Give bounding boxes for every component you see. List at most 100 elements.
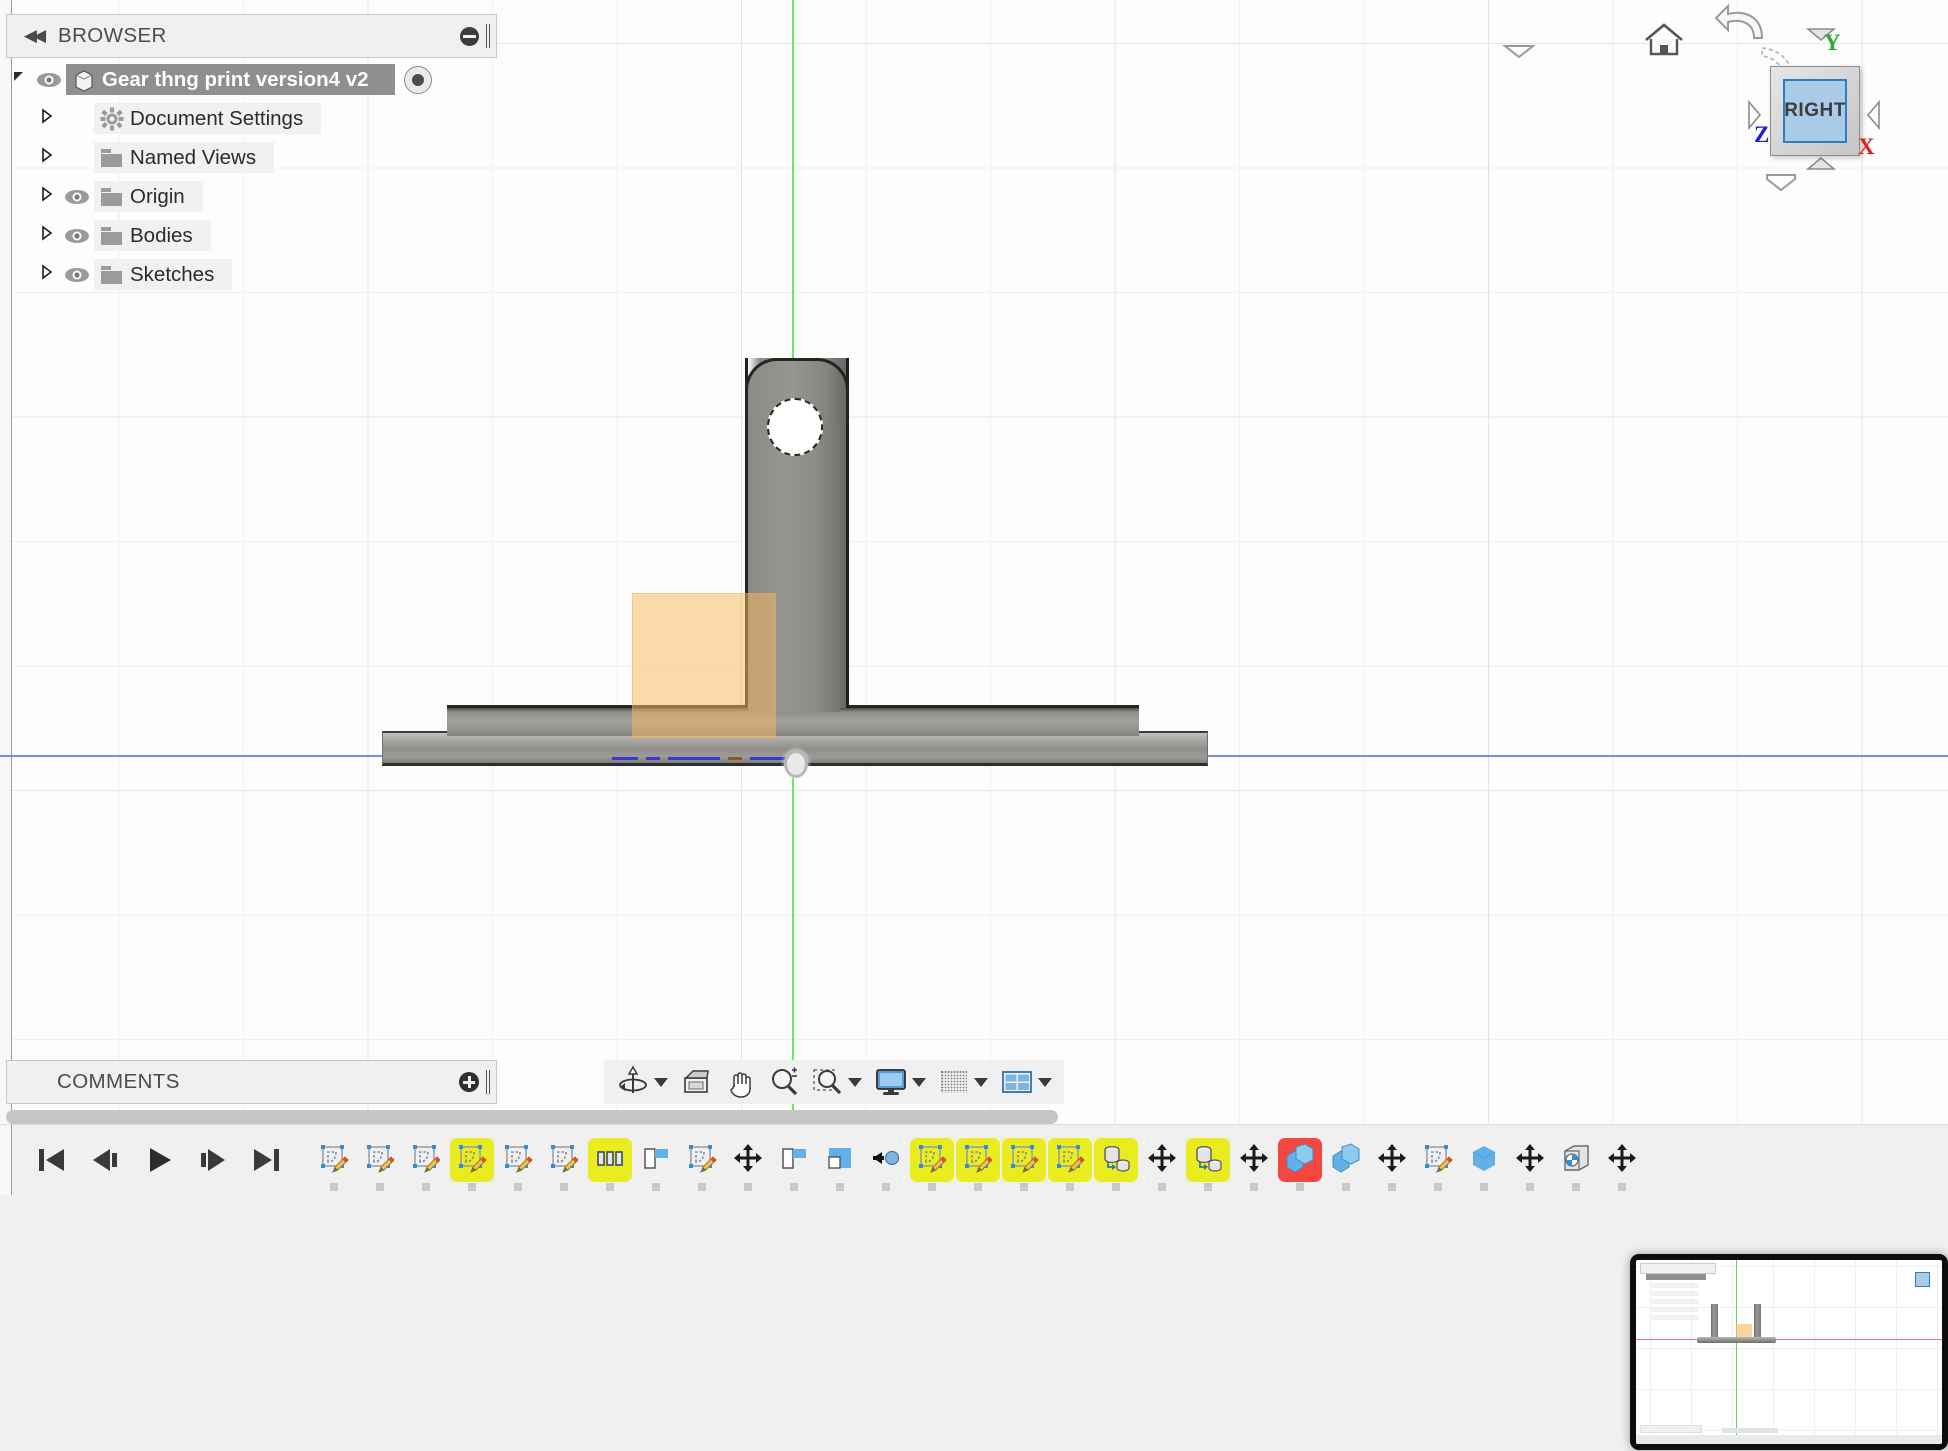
viewports-button[interactable] [996, 1062, 1056, 1102]
zoom-window-caret-icon[interactable] [848, 1077, 862, 1087]
box-icon [1469, 1143, 1499, 1178]
origin-point-marker[interactable] [784, 750, 808, 778]
sidebar-item-named-views[interactable]: Named Views [34, 140, 495, 175]
bodies-label: Bodies [130, 223, 193, 247]
look-at-button[interactable] [676, 1062, 716, 1102]
visibility-eye-icon[interactable] [60, 267, 94, 283]
timeline-feature-move[interactable] [1232, 1138, 1276, 1191]
zoom-button[interactable] [764, 1062, 804, 1102]
timeline-feature-fillet[interactable] [818, 1138, 862, 1191]
timeline-feature-sketch[interactable] [910, 1138, 954, 1191]
step-back-button[interactable] [84, 1139, 126, 1181]
sketch-icon [1009, 1143, 1039, 1178]
timeline-feature-box[interactable] [1462, 1138, 1506, 1191]
bodies-row[interactable]: Bodies [94, 220, 211, 251]
extrude-icon [779, 1143, 809, 1178]
collapse-browser-icon[interactable]: ◀◀ [20, 23, 46, 49]
expand-arrow-icon[interactable] [34, 147, 60, 168]
timeline-marker [330, 1183, 338, 1191]
timeline-feature-revolve[interactable] [1094, 1138, 1138, 1191]
timeline-feature-revolve[interactable] [1186, 1138, 1230, 1191]
panel-grip-icon[interactable] [486, 24, 490, 48]
x-axis-line [0, 755, 1948, 757]
scrollbar-thumb[interactable] [6, 1110, 1058, 1124]
sidebar-item-document-settings[interactable]: Document Settings [34, 101, 495, 136]
timeline-feature-sketch[interactable] [1416, 1138, 1460, 1191]
minimize-icon[interactable] [460, 26, 479, 46]
viewcube-face-button[interactable]: RIGHT [1770, 66, 1860, 156]
origin-row[interactable]: Origin [94, 181, 203, 212]
timeline-feature-combine[interactable] [1278, 1138, 1322, 1191]
expand-arrow-icon[interactable] [34, 264, 60, 285]
pip-post-left [1711, 1302, 1718, 1340]
viewports-caret-icon[interactable] [1038, 1077, 1052, 1087]
visibility-eye-icon[interactable] [32, 72, 66, 88]
display-settings-button[interactable] [870, 1062, 930, 1102]
viewcube-arrow-down[interactable] [1805, 156, 1837, 177]
timeline-feature-sketch[interactable] [450, 1138, 494, 1191]
timeline-feature-sketch[interactable] [404, 1138, 448, 1191]
root-component-label-wrap[interactable]: Gear thng print version4 v2 [66, 64, 395, 95]
tree-root-row[interactable]: Gear thng print version4 v2 [6, 62, 495, 97]
fusion360-window: ◀◀ BROWSER Gear thng print version4 v2 D… [0, 0, 1948, 1451]
timeline-feature-rectangular-pattern[interactable] [588, 1138, 632, 1191]
timeline-feature-sketch[interactable] [1048, 1138, 1092, 1191]
timeline-feature-move[interactable] [1600, 1138, 1644, 1191]
timeline-feature-combine[interactable] [1324, 1138, 1368, 1191]
look-at-icon [684, 1070, 709, 1093]
sketches-row[interactable]: Sketches [94, 259, 233, 290]
named-views-row[interactable]: Named Views [94, 142, 275, 173]
timeline-feature-list [312, 1138, 1644, 1191]
folder-icon [94, 264, 130, 286]
orbit-caret-icon[interactable] [654, 1077, 668, 1087]
timeline-feature-move[interactable] [1508, 1138, 1552, 1191]
pan-button[interactable] [720, 1062, 760, 1102]
timeline-feature-sketch[interactable] [312, 1138, 356, 1191]
timeline-feature-sketch[interactable] [496, 1138, 540, 1191]
timeline-marker [422, 1183, 430, 1191]
visibility-eye-icon[interactable] [60, 228, 94, 244]
timeline-feature-sketch[interactable] [680, 1138, 724, 1191]
sketch-icon [1055, 1143, 1085, 1178]
add-comment-icon[interactable] [459, 1072, 479, 1092]
home-view-button[interactable] [1642, 20, 1686, 65]
orbit-button[interactable] [612, 1062, 672, 1102]
go-to-beginning-button[interactable] [30, 1139, 72, 1181]
sidebar-item-bodies[interactable]: Bodies [34, 218, 495, 253]
expand-arrow-icon[interactable] [34, 108, 60, 129]
expand-arrow-icon[interactable] [34, 186, 60, 207]
activate-component-radio[interactable] [403, 65, 432, 94]
step-forward-button[interactable] [192, 1139, 234, 1181]
visibility-eye-icon[interactable] [60, 189, 94, 205]
timeline-feature-appearance[interactable] [1554, 1138, 1598, 1191]
nav-up-icon[interactable] [1502, 42, 1536, 65]
panel-grip-icon[interactable] [486, 1070, 490, 1094]
viewcube-arrow-right[interactable] [1866, 99, 1882, 135]
go-to-end-button[interactable] [246, 1139, 288, 1181]
mini-viewport-preview[interactable] [1630, 1254, 1948, 1450]
move-icon [1239, 1143, 1269, 1178]
timeline-feature-sketch[interactable] [358, 1138, 402, 1191]
document-settings-row[interactable]: Document Settings [94, 103, 322, 134]
timeline-feature-sketch[interactable] [542, 1138, 586, 1191]
timeline-feature-hole[interactable] [864, 1138, 908, 1191]
expand-arrow-icon[interactable] [6, 69, 32, 90]
nav-down-icon[interactable] [1764, 172, 1798, 197]
sidebar-item-sketches[interactable]: Sketches [34, 257, 495, 292]
timeline-feature-extrude[interactable] [772, 1138, 816, 1191]
timeline-feature-move[interactable] [1370, 1138, 1414, 1191]
timeline-feature-extrude[interactable] [634, 1138, 678, 1191]
horizontal-scrollbar[interactable] [6, 1110, 1306, 1124]
timeline-feature-move[interactable] [1140, 1138, 1184, 1191]
zoom-window-button[interactable] [808, 1062, 866, 1102]
display-settings-caret-icon[interactable] [912, 1077, 926, 1087]
timeline-feature-sketch[interactable] [1002, 1138, 1046, 1191]
grid-snaps-button[interactable] [934, 1062, 992, 1102]
timeline-feature-sketch[interactable] [956, 1138, 1000, 1191]
grid-snaps-caret-icon[interactable] [974, 1077, 988, 1087]
expand-arrow-icon[interactable] [34, 225, 60, 246]
play-button[interactable] [138, 1139, 180, 1181]
sidebar-item-origin[interactable]: Origin [34, 179, 495, 214]
timeline-feature-move[interactable] [726, 1138, 770, 1191]
hand-pan-icon [730, 1072, 751, 1098]
